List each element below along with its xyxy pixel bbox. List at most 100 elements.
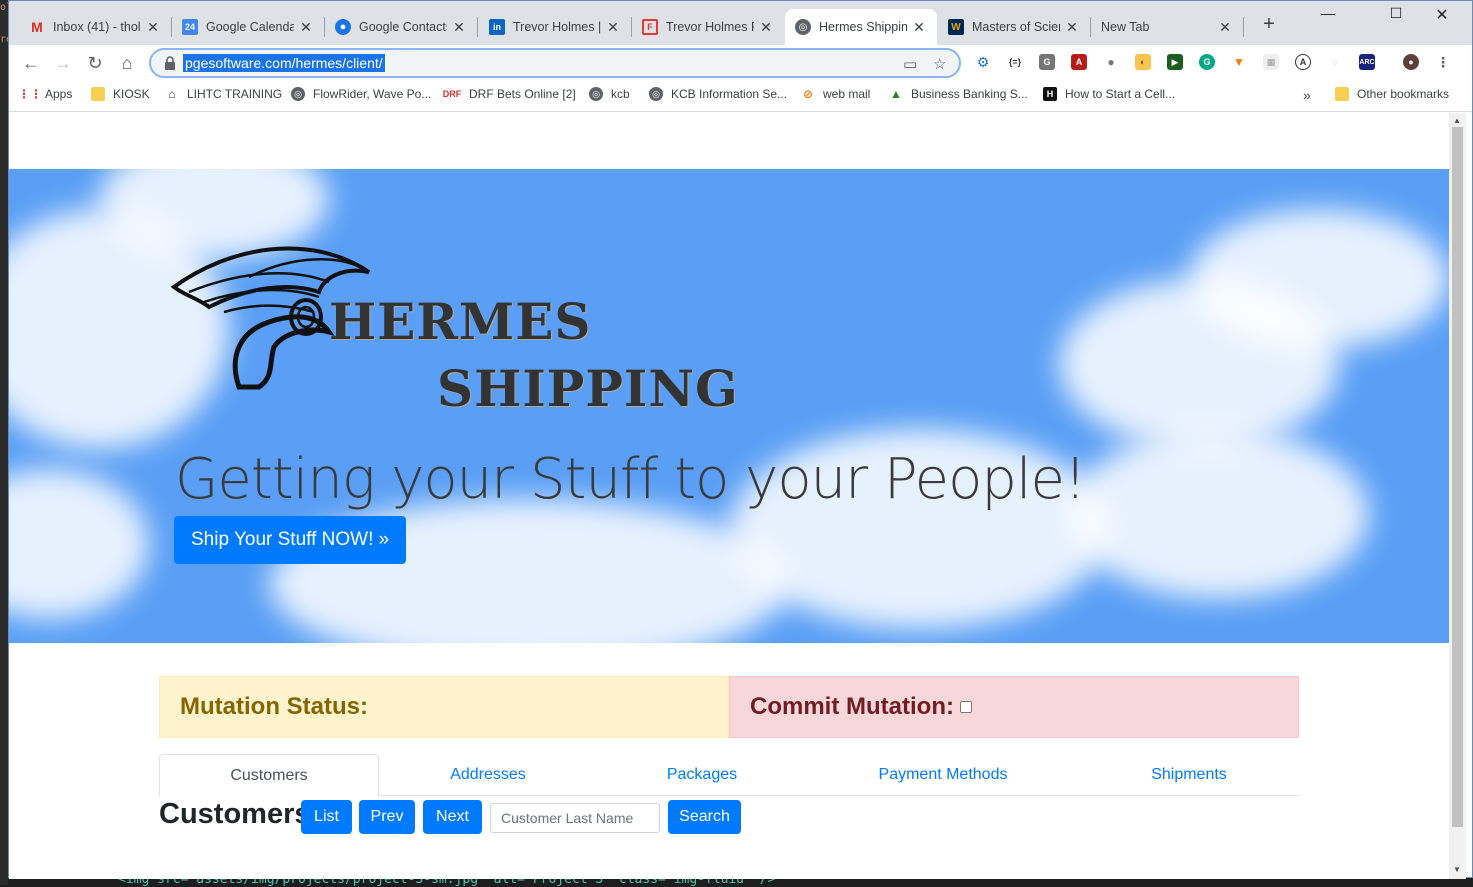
cloud (1189, 209, 1449, 349)
bookmark-apps[interactable]: ⋮⋮ Apps (18, 87, 73, 101)
browser-toolbar: ← → ↻ ⌂ pgesoftware.com/hermes/client/ ▭… (9, 45, 1472, 81)
extension-a-icon[interactable]: A (1295, 54, 1311, 70)
bookmark-kcb[interactable]: ◎ kcb (589, 87, 630, 101)
forward-arrow-icon[interactable]: → (51, 51, 75, 75)
home-icon[interactable]: ⌂ (115, 51, 139, 75)
menu-kebab-icon[interactable]: ⋮ (1435, 54, 1451, 70)
list-button[interactable]: List (301, 800, 352, 834)
bookmark-flowrider[interactable]: ◎ FlowRider, Wave Po... (291, 87, 431, 101)
extension-cookie-icon[interactable]: ◐ (1135, 54, 1151, 70)
extension-grid-icon[interactable]: ▦ (1263, 54, 1279, 70)
tab-new[interactable]: New Tab ✕ (1091, 9, 1243, 45)
extension-g-icon[interactable]: G (1039, 54, 1055, 70)
gmail-icon: M (31, 19, 43, 35)
close-icon[interactable]: ✕ (911, 19, 927, 36)
scrollbar-thumb[interactable] (1452, 127, 1463, 827)
background-editor-strip: ol re (0, 0, 12, 885)
tab-packages[interactable]: Packages (597, 754, 807, 796)
extension-fox-icon[interactable]: ▼ (1231, 54, 1247, 70)
webmail-icon: ⊘ (802, 87, 814, 101)
extension-bulb-icon[interactable]: ● (1103, 54, 1119, 70)
tab-hermes-active[interactable]: ◎ Hermes Shipping ✕ (785, 9, 937, 45)
page-viewport: HERMES SHIPPING Getting your Stuff to yo… (9, 113, 1449, 879)
cast-icon[interactable]: ▭ (903, 55, 917, 73)
ship-now-button[interactable]: Ship Your Stuff NOW! » (174, 516, 407, 564)
extension-green-icon[interactable]: ▶ (1167, 54, 1183, 70)
new-tab-plus-icon[interactable]: + (1255, 13, 1283, 36)
close-icon[interactable]: ✕ (1064, 19, 1080, 36)
tab-linkedin[interactable]: in Trevor Holmes | ✕ (479, 9, 631, 45)
tab-customers[interactable]: Customers (159, 754, 379, 797)
bookmark-other[interactable]: Other bookmarks (1335, 87, 1449, 101)
hashtag-icon: H (1043, 87, 1057, 101)
bookmark-business-banking[interactable]: ▲ Business Banking S... (889, 87, 1028, 101)
more-bookmarks-chevron-icon[interactable]: » (1303, 87, 1311, 103)
tab-shipments[interactable]: Shipments (1079, 754, 1299, 796)
wvu-icon: W (948, 19, 964, 35)
bookmark-label: FlowRider, Wave Po... (313, 87, 432, 101)
bookmark-lihtc[interactable]: ⌂ LIHTC TRAINING (165, 87, 282, 101)
close-icon[interactable]: ✕ (145, 19, 161, 36)
minimize-icon[interactable]: — (1305, 5, 1351, 21)
linkedin-icon: in (489, 19, 505, 35)
maximize-icon[interactable]: ☐ (1373, 5, 1419, 22)
next-button[interactable]: Next (423, 800, 482, 834)
reload-icon[interactable]: ↻ (83, 51, 107, 75)
close-icon[interactable]: ✕ (1217, 19, 1233, 36)
globe-icon: ◎ (589, 87, 603, 101)
bookmark-webmail[interactable]: ⊘ web mail (801, 87, 870, 101)
tab-trevor-site[interactable]: F Trevor Holmes F ✕ (632, 9, 784, 45)
prev-button[interactable]: Prev (359, 800, 415, 834)
close-icon[interactable]: ✕ (451, 19, 467, 36)
url-text[interactable]: pgesoftware.com/hermes/client/ (183, 54, 385, 72)
bookmark-label: Other bookmarks (1357, 87, 1450, 101)
tab-title: New Tab (1101, 20, 1150, 34)
customers-heading: Customers (159, 798, 311, 830)
extension-pdf-icon[interactable]: A (1071, 54, 1087, 70)
tab-gmail[interactable]: M Inbox (41) - thol ✕ (19, 9, 171, 45)
commit-mutation-checkbox[interactable] (959, 701, 972, 713)
profile-avatar[interactable]: ● (1403, 54, 1419, 70)
back-arrow-icon[interactable]: ← (19, 51, 43, 75)
bookmark-drf[interactable]: DRF DRF Bets Online [2] (443, 87, 576, 101)
extension-grammarly-icon[interactable]: G (1199, 54, 1215, 70)
close-icon[interactable]: ✕ (298, 19, 314, 36)
tab-title: Inbox (41) - thol (53, 20, 141, 34)
close-icon[interactable]: ✕ (758, 19, 774, 36)
search-button[interactable]: Search (668, 800, 741, 834)
tab-title: Google Contacts (359, 20, 447, 34)
extension-circle-icon[interactable]: ◌ (1327, 54, 1343, 70)
page-scrollbar[interactable]: ▲ ▼ (1449, 113, 1466, 879)
scroll-up-arrow-icon[interactable]: ▲ (1453, 116, 1461, 125)
bookmark-kiosk[interactable]: KIOSK (91, 87, 150, 101)
bookmark-label: How to Start a Cell... (1065, 87, 1176, 101)
close-icon[interactable]: ✕ (605, 19, 621, 36)
extension-json-icon[interactable]: {=} (1007, 54, 1023, 70)
extension-gear-icon[interactable]: ⚙ (975, 54, 991, 70)
hero-tagline: Getting your Stuff to your People! (175, 447, 1086, 512)
tab-masters[interactable]: W Masters of Scien ✕ (938, 9, 1090, 45)
lock-icon[interactable] (163, 55, 177, 71)
bookmark-start-cell[interactable]: H How to Start a Cell... (1043, 87, 1175, 101)
tab-title: Masters of Scien (972, 20, 1060, 34)
customer-last-name-input[interactable]: Customer Last Name (490, 803, 660, 833)
window-close-icon[interactable]: ✕ (1419, 5, 1465, 25)
entity-tabs: Customers Addresses Packages Payment Met… (159, 754, 1299, 797)
globe-icon: ◎ (291, 87, 305, 101)
tab-addresses[interactable]: Addresses (379, 754, 597, 796)
star-bookmark-icon[interactable]: ☆ (933, 55, 946, 73)
extension-arc-icon[interactable]: ARC (1359, 54, 1375, 70)
calendar-icon: 24 (182, 19, 198, 35)
bookmarks-bar: ⋮⋮ Apps KIOSK ⌂ LIHTC TRAINING ◎ FlowRid… (9, 81, 1472, 112)
tab-payment-methods[interactable]: Payment Methods (807, 754, 1079, 796)
bookmark-label: Apps (45, 87, 73, 101)
cloud (1069, 429, 1369, 599)
tab-contacts[interactable]: ● Google Contacts ✕ (325, 9, 477, 45)
commit-mutation-alert: Commit Mutation: (729, 676, 1299, 738)
drf-icon: DRF (442, 89, 462, 99)
tab-calendar[interactable]: 24 Google Calendar ✕ (172, 9, 324, 45)
address-bar[interactable]: pgesoftware.com/hermes/client/ ▭ ☆ (149, 48, 961, 78)
bookmark-kcb-info[interactable]: ◎ KCB Information Se... (649, 87, 787, 101)
scroll-down-arrow-icon[interactable]: ▼ (1453, 865, 1461, 874)
site-icon: F (642, 19, 658, 35)
